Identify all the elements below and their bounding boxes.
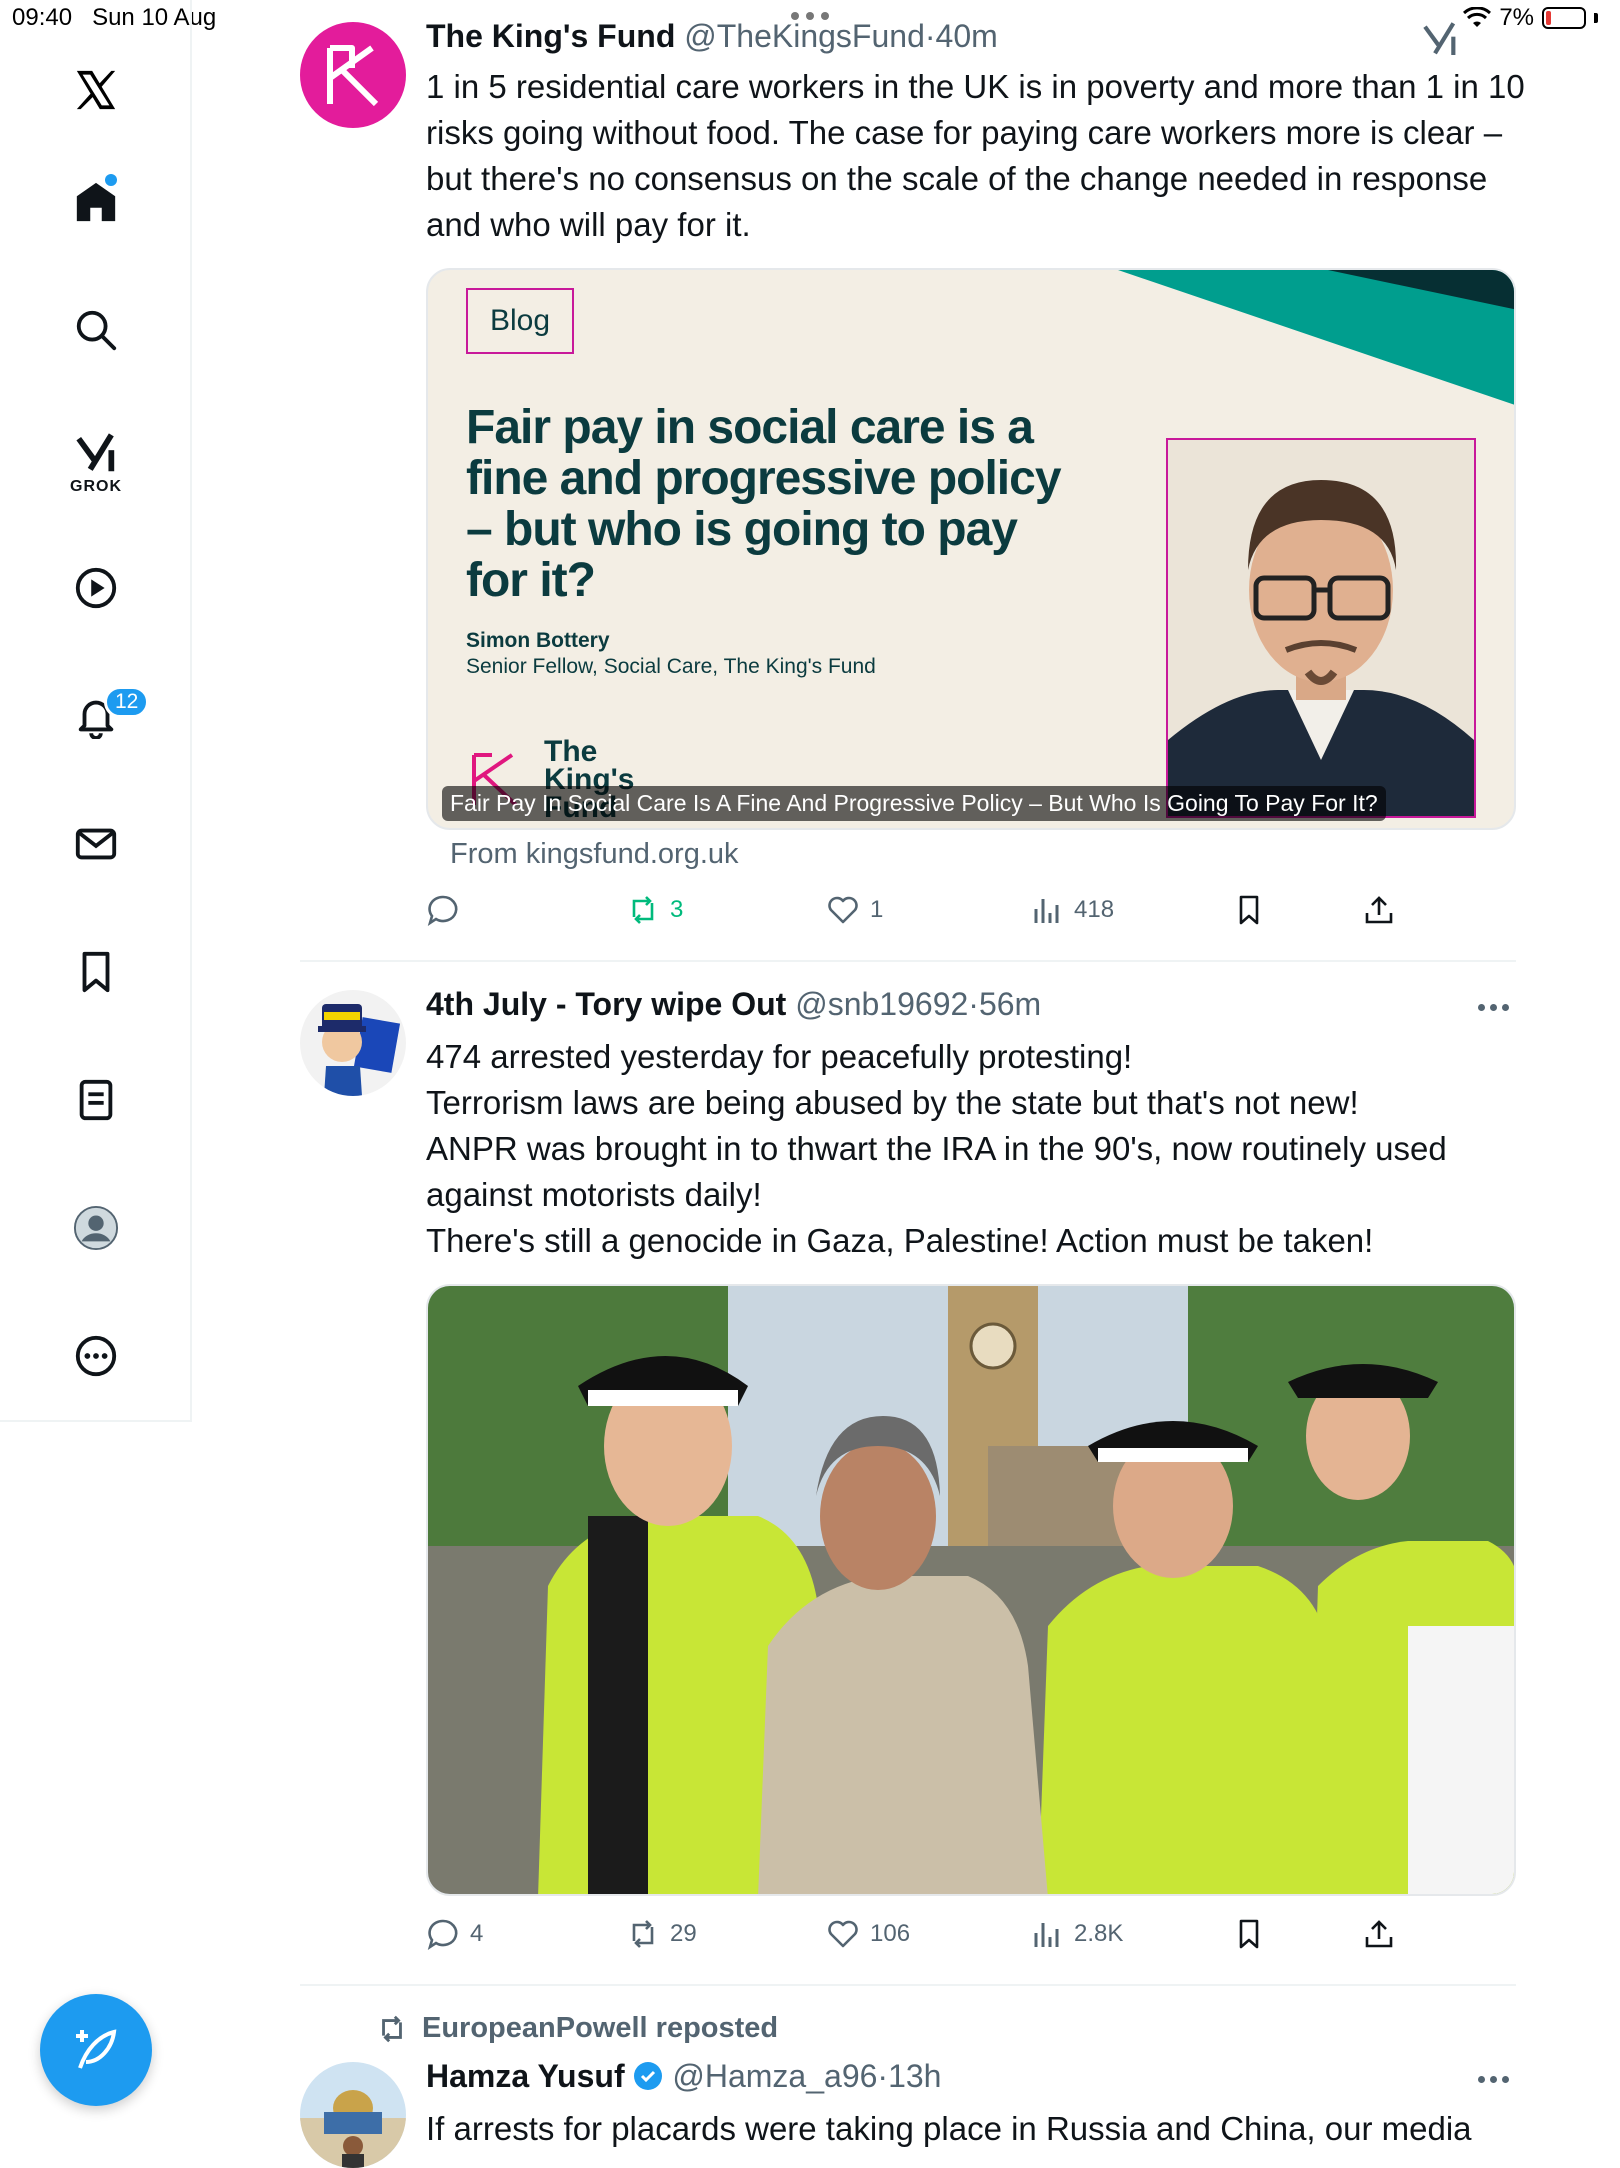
- home-icon[interactable]: [66, 172, 126, 232]
- battery-percent: 7%: [1499, 4, 1534, 31]
- tweet-2-bookmark-button[interactable]: [1232, 1917, 1266, 1951]
- tweet-2-time[interactable]: 56m: [979, 986, 1041, 1022]
- card-author-role: Senior Fellow, Social Care, The King's F…: [466, 655, 876, 678]
- share-icon: [1365, 896, 1393, 924]
- views-chart-icon: [1034, 899, 1059, 923]
- grok-explain-icon[interactable]: [1420, 20, 1460, 65]
- battery-icon: [1542, 7, 1586, 29]
- heart-icon: [828, 896, 858, 924]
- tweet-2-repost-button[interactable]: 29: [626, 1917, 697, 1951]
- tweet-2-views-button[interactable]: 2.8K: [1030, 1917, 1123, 1951]
- card-author-name: Simon Bottery: [466, 629, 610, 652]
- tweet-divider: [300, 1984, 1516, 1986]
- tweet-divider: [300, 960, 1516, 962]
- more-options-icon[interactable]: [66, 1326, 126, 1386]
- kingsfund-avatar[interactable]: [300, 22, 406, 128]
- messages-envelope-icon[interactable]: [66, 814, 126, 874]
- tweet-2-reply-button[interactable]: 4: [426, 1917, 483, 1951]
- tweet-1-header: The King's Fund @TheKingsFund·40m: [426, 18, 998, 54]
- tweet-2-actions: 4 29 106 2.8K: [426, 1914, 1516, 1954]
- video-play-icon[interactable]: [66, 558, 126, 618]
- tweet-2-like-button[interactable]: 106: [826, 1917, 910, 1951]
- tweet-1-share-button[interactable]: [1362, 893, 1396, 927]
- tweet-1-handle[interactable]: @TheKingsFund: [684, 18, 925, 54]
- snb19692-avatar[interactable]: [300, 990, 406, 1096]
- tweet-3-handle[interactable]: @Hamza_a96: [672, 2058, 877, 2094]
- hamza-avatar[interactable]: [300, 2062, 406, 2168]
- reply-icon: [427, 895, 458, 927]
- bookmark-icon: [1239, 1919, 1259, 1949]
- repost-by-label[interactable]: EuropeanPowell reposted: [422, 2012, 778, 2045]
- home-unread-dot: [105, 174, 117, 186]
- tweet-3-more-button[interactable]: [1478, 2076, 1509, 2083]
- bookmarks-icon[interactable]: [66, 942, 126, 1002]
- tweet-2-handle[interactable]: @snb19692: [795, 986, 968, 1022]
- heart-icon: [828, 1920, 858, 1948]
- tweet-1-repost-button[interactable]: 3: [626, 893, 683, 927]
- card-author: Simon Bottery Senior Fellow, Social Care…: [466, 628, 876, 680]
- status-indicators: 7%: [1463, 4, 1598, 32]
- reply-icon: [427, 1919, 458, 1951]
- compose-feather-icon: [76, 2029, 117, 2069]
- tweet-1-author-name[interactable]: The King's Fund: [426, 18, 675, 54]
- wifi-icon: [1463, 7, 1492, 27]
- repost-icon: [382, 2015, 402, 2042]
- x-logo-icon[interactable]: [66, 60, 126, 120]
- tweet-2-share-button[interactable]: [1362, 1917, 1396, 1951]
- bookmark-icon: [1239, 895, 1259, 925]
- tweet-3-author-name[interactable]: Hamza Yusuf: [426, 2058, 625, 2094]
- repost-icon: [632, 896, 654, 924]
- notifications-badge: 12: [104, 686, 150, 718]
- tweet-3-header: Hamza Yusuf @Hamza_a96·13h: [426, 2058, 942, 2094]
- compose-post-button[interactable]: [40, 1994, 152, 2106]
- search-icon[interactable]: [66, 300, 126, 360]
- card-source-link[interactable]: From kingsfund.org.uk: [450, 838, 739, 871]
- tweet-2-text: 474 arrested yesterday for peacefully pr…: [426, 1038, 1447, 1259]
- tweet-1-time[interactable]: 40m: [936, 18, 998, 54]
- card-title: Fair pay in social care is a fine and pr…: [466, 401, 1062, 607]
- author-photo: [1166, 438, 1476, 818]
- tweet-3-time[interactable]: 13h: [888, 2058, 941, 2094]
- share-icon: [1365, 1920, 1393, 1948]
- tweet-2-author-name[interactable]: 4th July - Tory wipe Out: [426, 986, 786, 1022]
- tweet-1-like-button[interactable]: 1: [826, 893, 883, 927]
- tweet-1-reply-button[interactable]: [426, 893, 470, 927]
- profile-avatar-icon[interactable]: [66, 1198, 126, 1258]
- tweet-1-bookmark-button[interactable]: [1232, 893, 1266, 927]
- link-card[interactable]: Blog Fair pay in social care is a fine a…: [426, 268, 1516, 830]
- tweet-2-header: 4th July - Tory wipe Out @snb19692·56m: [426, 986, 1042, 1022]
- tweet-1-text: 1 in 5 residential care workers in the U…: [426, 68, 1525, 243]
- grok-label: GROK: [70, 478, 122, 495]
- card-caption: Fair Pay In Social Care Is A Fine And Pr…: [442, 786, 1386, 821]
- tweet-2-photo[interactable]: [426, 1284, 1516, 1896]
- lists-icon[interactable]: [66, 1070, 126, 1130]
- repost-indicator: EuropeanPowell reposted: [376, 2012, 778, 2045]
- tweet-3-text: If arrests for placards were taking plac…: [426, 2110, 1472, 2147]
- views-chart-icon: [1034, 1923, 1059, 1947]
- verified-badge-icon: [634, 2062, 663, 2090]
- tweet-1-views-button[interactable]: 418: [1030, 893, 1114, 927]
- repost-icon: [632, 1920, 654, 1948]
- grok-icon[interactable]: [66, 424, 126, 484]
- tweet-1-actions: 3 1 418: [426, 890, 1516, 930]
- card-blog-tag: Blog: [466, 288, 575, 354]
- tweet-2-more-button[interactable]: [1478, 1004, 1509, 1011]
